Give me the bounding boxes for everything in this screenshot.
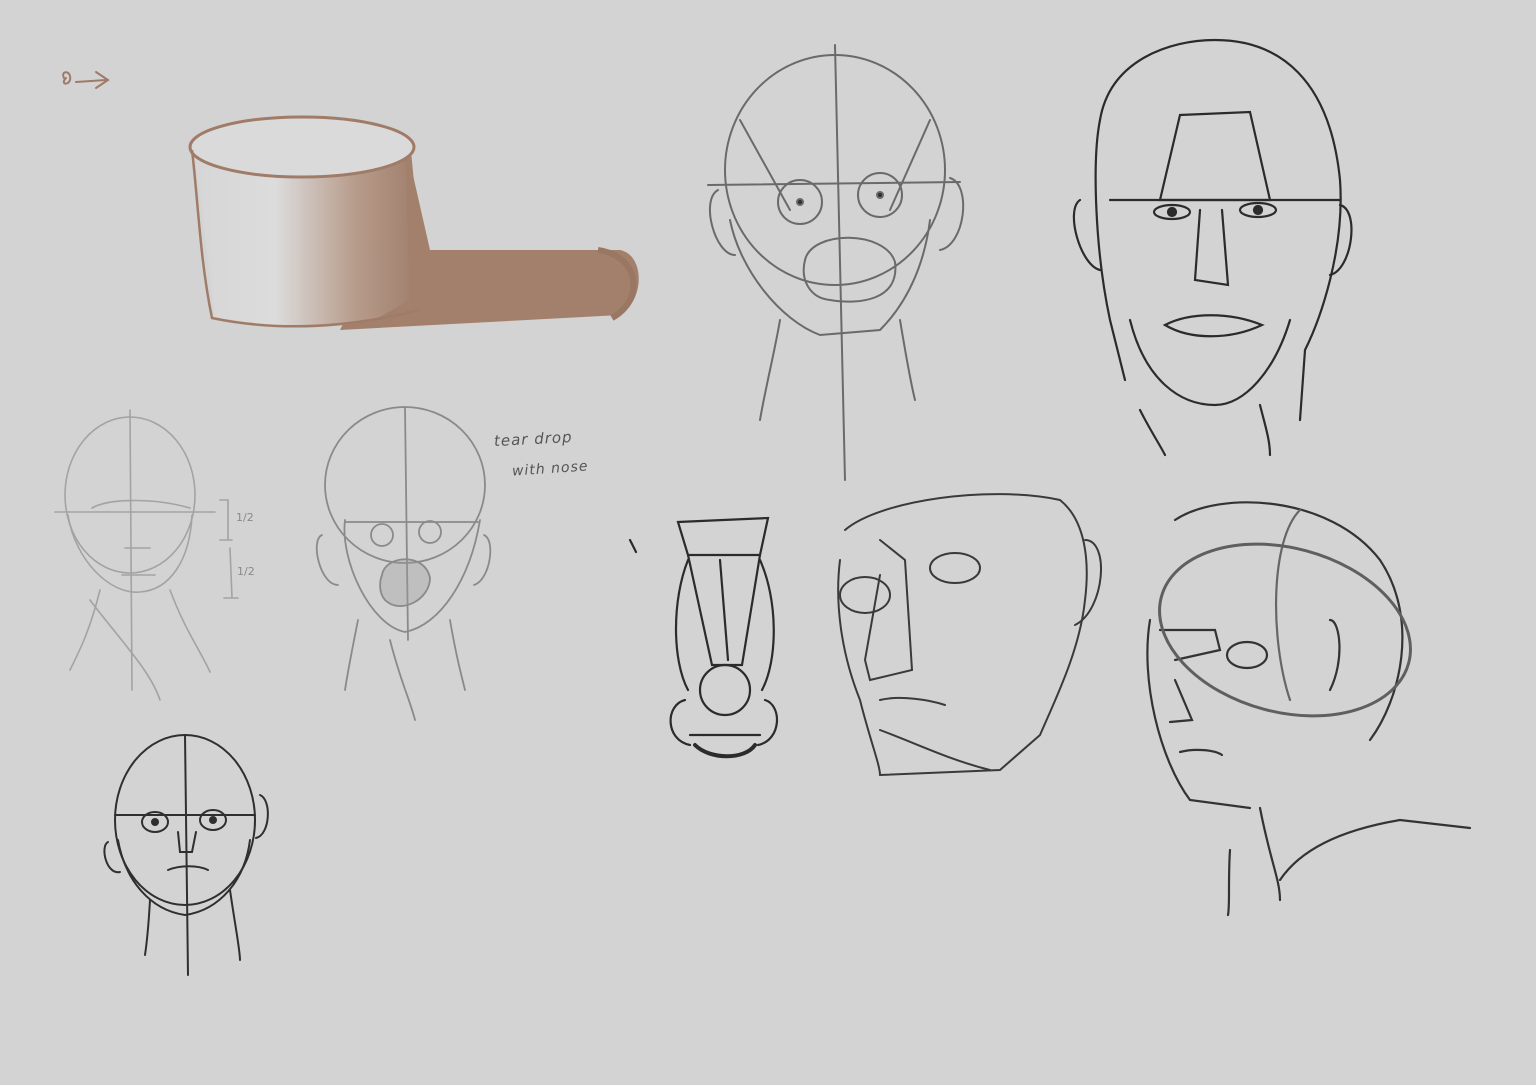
- three-quarter-head-with-shoulders: [1146, 501, 1472, 917]
- planar-head-construction: [707, 44, 965, 481]
- nose-construction: [628, 516, 779, 759]
- sketch-artwork: [54, 38, 1472, 976]
- sketch-canvas: tear drop with nose 1/2 1/2: [0, 0, 1536, 1085]
- three-quarter-face: [837, 493, 1102, 776]
- planar-head-rendered: [1072, 38, 1353, 457]
- proportion-label-lower: 1/2: [237, 565, 255, 578]
- proportion-label-upper: 1/2: [236, 511, 254, 524]
- annotation-teardrop: tear drop: [493, 427, 574, 451]
- loomis-head-light: [54, 409, 239, 701]
- loomis-head-with-features: [315, 406, 492, 721]
- loomis-head-dark: [103, 734, 269, 976]
- arrow-doodle: [62, 71, 110, 89]
- shaded-cylinder: [188, 115, 639, 330]
